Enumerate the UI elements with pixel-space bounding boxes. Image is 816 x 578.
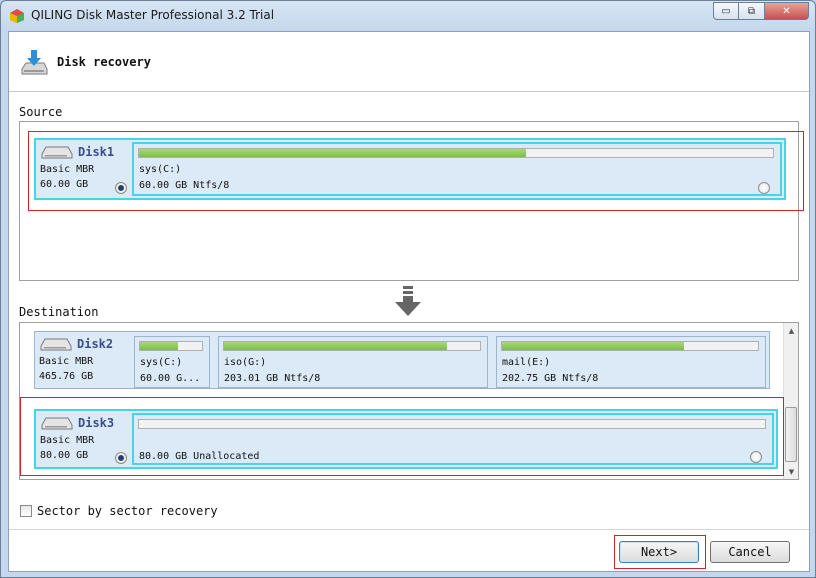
- dialog-content: Disk recovery Source Disk1 Basic MBR 60.…: [8, 31, 810, 572]
- scroll-down-arrow[interactable]: ▼: [784, 464, 799, 479]
- app-window: QILING Disk Master Professional 3.2 Tria…: [0, 0, 816, 578]
- source-label: Source: [19, 105, 63, 119]
- page-title: Disk recovery: [57, 55, 151, 69]
- footer-divider: [9, 529, 809, 530]
- page-header: Disk recovery: [9, 32, 809, 92]
- sector-by-sector-checkbox[interactable]: [20, 505, 32, 517]
- cancel-button[interactable]: Cancel: [710, 541, 790, 563]
- maximize-button[interactable]: ⧉: [739, 2, 765, 20]
- scroll-up-arrow[interactable]: ▲: [784, 323, 799, 338]
- partition-size: 203.01 GB Ntfs/8: [224, 373, 321, 384]
- partition-usage-bar: [223, 341, 481, 351]
- next-highlight-box: [614, 535, 706, 569]
- partition-name: sys(C:): [140, 357, 183, 368]
- partition-size: 60.00 G...: [140, 373, 201, 384]
- partition-usage-bar: [139, 341, 203, 351]
- disk2-info: Disk2 Basic MBR 465.76 GB: [39, 336, 129, 383]
- usage-fill: [140, 342, 179, 350]
- destination-highlight-box: [20, 397, 784, 476]
- close-button[interactable]: ✕: [765, 2, 809, 20]
- disk-download-icon: [21, 50, 48, 75]
- partition-size: 202.75 GB Ntfs/8: [502, 373, 599, 384]
- partition-usage-bar: [501, 341, 759, 351]
- disk2-partition-mail[interactable]: mail(E:) 202.75 GB Ntfs/8: [496, 336, 766, 388]
- destination-label: Destination: [19, 305, 99, 319]
- window-controls: ▭ ⧉ ✕: [713, 2, 809, 20]
- usage-fill: [502, 342, 684, 350]
- disk2-size: 465.76 GB: [39, 371, 94, 382]
- arrow-down-icon: [395, 286, 421, 316]
- source-highlight-box: [28, 131, 804, 211]
- disk2-partition-sys[interactable]: sys(C:) 60.00 G...: [134, 336, 210, 388]
- title-bar[interactable]: QILING Disk Master Professional 3.2 Tria…: [1, 1, 815, 31]
- destination-scrollbar[interactable]: ▲ ▼: [783, 323, 798, 479]
- window-title: QILING Disk Master Professional 3.2 Tria…: [31, 8, 275, 22]
- disk2-partition-iso[interactable]: iso(G:) 203.01 GB Ntfs/8: [218, 336, 488, 388]
- disk2-type: Basic MBR: [39, 356, 94, 367]
- sector-by-sector-label[interactable]: Sector by sector recovery: [37, 504, 218, 518]
- destination-disk2-row[interactable]: Disk2 Basic MBR 465.76 GB sys(C:) 60.00 …: [34, 331, 770, 389]
- minimize-button[interactable]: ▭: [713, 2, 739, 20]
- usage-fill: [224, 342, 447, 350]
- hard-disk-icon: [40, 338, 72, 351]
- disk2-name: Disk2: [77, 337, 114, 351]
- partition-name: iso(G:): [224, 357, 267, 368]
- scroll-thumb[interactable]: [785, 407, 797, 462]
- app-logo-icon: [10, 9, 24, 23]
- partition-name: mail(E:): [502, 357, 551, 368]
